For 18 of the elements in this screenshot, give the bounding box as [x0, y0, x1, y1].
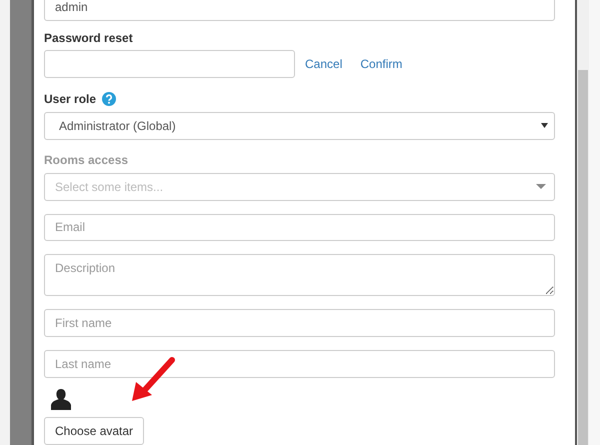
user-icon: [51, 389, 71, 410]
choose-avatar-button[interactable]: Choose avatar: [44, 417, 144, 445]
text-field[interactable]: First name: [44, 309, 555, 338]
help-icon[interactable]: [102, 92, 116, 106]
description-field[interactable]: Description: [44, 254, 555, 296]
field-label: Password reset: [44, 30, 134, 47]
password-field[interactable]: [44, 50, 295, 78]
role-select[interactable]: Administrator (Global): [44, 112, 555, 140]
caret-icon: [541, 123, 548, 128]
field-label: Rooms access: [44, 152, 130, 169]
action-link[interactable]: Cancel: [305, 56, 342, 71]
text-field[interactable]: Last name: [44, 350, 555, 378]
scrollbar-thumb[interactable]: [578, 70, 588, 445]
action-link[interactable]: Confirm: [360, 56, 402, 71]
text-field[interactable]: Email: [44, 214, 555, 242]
field-label: User role: [44, 92, 96, 106]
caret-icon: [536, 184, 546, 190]
username-field[interactable]: admin: [44, 0, 555, 21]
